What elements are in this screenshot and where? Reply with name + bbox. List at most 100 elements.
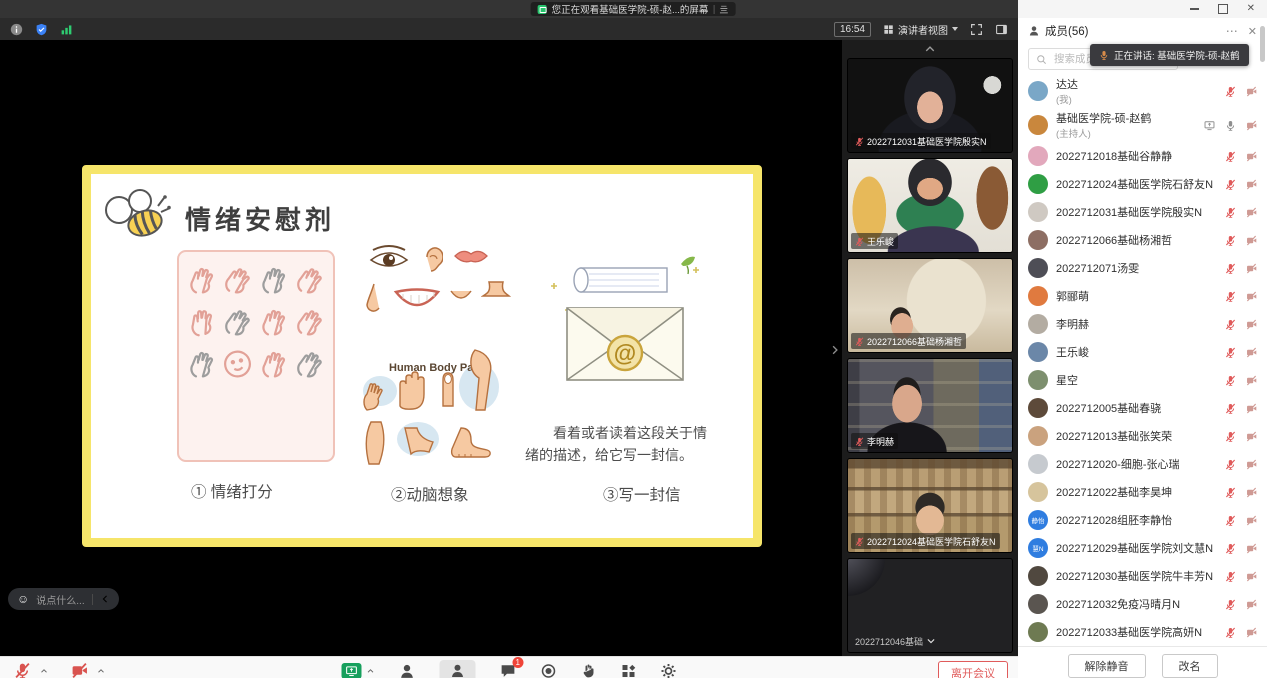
member-row[interactable]: 达达 (我): [1018, 74, 1267, 108]
camera-off-icon[interactable]: [1246, 515, 1257, 526]
screen-share-icon[interactable]: [1204, 120, 1215, 131]
muted-mic-icon[interactable]: [1225, 487, 1236, 498]
camera-off-button[interactable]: [71, 662, 88, 678]
camera-off-icon[interactable]: [1246, 291, 1257, 302]
fullscreen-icon[interactable]: [970, 23, 983, 36]
camera-off-icon[interactable]: [1246, 207, 1257, 218]
chevron-down-icon[interactable]: [926, 636, 936, 646]
security-shield-icon[interactable]: [35, 23, 48, 36]
muted-mic-icon[interactable]: [1225, 571, 1236, 582]
member-row[interactable]: 2022712005基础春骁: [1018, 394, 1267, 422]
members-button[interactable]: [440, 660, 476, 678]
muted-mic-icon[interactable]: [1225, 627, 1236, 638]
muted-mic-icon[interactable]: [1225, 179, 1236, 190]
quick-chat-bubble[interactable]: ☺ 说点什么...: [8, 588, 119, 610]
view-mode-selector[interactable]: 演讲者视图: [883, 22, 958, 37]
camera-off-icon[interactable]: [1246, 263, 1257, 274]
video-thumbnail[interactable]: 2022712024基础医学院石舒友N: [847, 458, 1013, 553]
close-button[interactable]: ✕: [1247, 4, 1255, 14]
camera-off-icon[interactable]: [1246, 431, 1257, 442]
member-row[interactable]: 2022712033基础医学院高妍N: [1018, 618, 1267, 646]
camera-off-icon[interactable]: [1246, 487, 1257, 498]
collapse-strip-icon[interactable]: [829, 344, 841, 356]
scrollbar[interactable]: [1260, 26, 1265, 62]
camera-off-icon[interactable]: [1246, 571, 1257, 582]
member-row[interactable]: 2022712071汤雯: [1018, 254, 1267, 282]
video-thumbnail[interactable]: 王乐峻: [847, 158, 1013, 253]
apps-button[interactable]: [621, 663, 637, 678]
member-row[interactable]: 王乐峻: [1018, 338, 1267, 366]
member-row[interactable]: 李明赫: [1018, 310, 1267, 338]
member-row[interactable]: 星空: [1018, 366, 1267, 394]
camera-off-icon[interactable]: [1246, 151, 1257, 162]
scroll-up-arrow[interactable]: [842, 40, 1018, 58]
camera-off-icon[interactable]: [1246, 235, 1257, 246]
member-row[interactable]: 郭郦萌: [1018, 282, 1267, 310]
camera-off-icon[interactable]: [1246, 120, 1257, 131]
camera-off-icon[interactable]: [1246, 86, 1257, 97]
settings-button[interactable]: [661, 663, 677, 678]
muted-mic-icon[interactable]: [1225, 543, 1236, 554]
video-thumbnail[interactable]: 2022712046基础: [847, 558, 1013, 653]
chevron-left-icon[interactable]: [100, 594, 110, 604]
muted-mic-icon[interactable]: [1225, 515, 1236, 526]
close-panel-icon[interactable]: ✕: [1248, 25, 1257, 38]
raise-hand-button[interactable]: [581, 663, 597, 678]
camera-off-icon[interactable]: [1246, 403, 1257, 414]
emoji-icon[interactable]: ☺: [17, 593, 29, 605]
maximize-button[interactable]: [1218, 4, 1228, 14]
share-options-chevron[interactable]: [367, 667, 375, 675]
camera-off-icon[interactable]: [1246, 459, 1257, 470]
camera-off-icon[interactable]: [1246, 319, 1257, 330]
camera-off-icon[interactable]: [1246, 375, 1257, 386]
video-thumbnail[interactable]: 2022712031基础医学院殷实N: [847, 58, 1013, 153]
member-row[interactable]: 2022712018基础谷静静: [1018, 142, 1267, 170]
member-row[interactable]: 2022712032免疫冯晴月N: [1018, 590, 1267, 618]
mic-muted-button[interactable]: [14, 662, 31, 678]
camera-off-icon[interactable]: [1246, 599, 1257, 610]
more-options-icon[interactable]: ⋯: [1226, 24, 1238, 38]
mic-icon[interactable]: [1225, 120, 1236, 131]
camera-off-icon[interactable]: [1246, 347, 1257, 358]
rename-button[interactable]: 改名: [1162, 654, 1218, 678]
record-button[interactable]: [541, 663, 557, 678]
muted-mic-icon[interactable]: [1225, 86, 1236, 97]
screen-share-button[interactable]: [342, 663, 362, 678]
member-row[interactable]: 2022712066基础杨湘哲: [1018, 226, 1267, 254]
member-row[interactable]: 2022712031基础医学院殷实N: [1018, 198, 1267, 226]
muted-mic-icon[interactable]: [1225, 207, 1236, 218]
muted-mic-icon[interactable]: [1225, 403, 1236, 414]
chat-button[interactable]: 1: [500, 662, 517, 678]
member-row[interactable]: 2022712024基础医学院石舒友N: [1018, 170, 1267, 198]
member-row[interactable]: 2022712013基础张笑荣: [1018, 422, 1267, 450]
member-row[interactable]: 慧N 2022712029基础医学院刘文慧N: [1018, 534, 1267, 562]
member-row[interactable]: 基础医学院-硕-赵鹤 (主持人): [1018, 108, 1267, 142]
screen-share-banner[interactable]: 您正在观看基础医学院-硕-赵...的屏幕 亖: [531, 2, 736, 16]
share-menu-icon[interactable]: 亖: [719, 3, 728, 16]
video-thumbnail[interactable]: 李明赫: [847, 358, 1013, 453]
video-thumbnail[interactable]: 2022712066基础杨湘哲: [847, 258, 1013, 353]
invite-button[interactable]: [399, 663, 416, 678]
muted-mic-icon[interactable]: [1225, 319, 1236, 330]
unmute-button[interactable]: 解除静音: [1068, 654, 1146, 678]
muted-mic-icon[interactable]: [1225, 375, 1236, 386]
camera-off-icon[interactable]: [1246, 179, 1257, 190]
camera-off-icon[interactable]: [1246, 543, 1257, 554]
muted-mic-icon[interactable]: [1225, 151, 1236, 162]
camera-options-chevron[interactable]: [97, 667, 105, 675]
chat-input-placeholder[interactable]: 说点什么...: [36, 592, 84, 607]
muted-mic-icon[interactable]: [1225, 235, 1236, 246]
member-row[interactable]: 2022712020-细胞-张心瑞: [1018, 450, 1267, 478]
minimize-button[interactable]: [1190, 8, 1199, 10]
muted-mic-icon[interactable]: [1225, 459, 1236, 470]
leave-meeting-button[interactable]: 离开会议: [938, 661, 1008, 678]
mic-options-chevron[interactable]: [40, 667, 48, 675]
muted-mic-icon[interactable]: [1225, 263, 1236, 274]
side-panel-toggle-icon[interactable]: [995, 23, 1008, 36]
muted-mic-icon[interactable]: [1225, 291, 1236, 302]
member-row[interactable]: 2022712022基础李昊坤: [1018, 478, 1267, 506]
muted-mic-icon[interactable]: [1225, 347, 1236, 358]
member-row[interactable]: 2022712030基础医学院牛丰芳N: [1018, 562, 1267, 590]
member-row[interactable]: 静怡 2022712028组胚李静怡: [1018, 506, 1267, 534]
camera-off-icon[interactable]: [1246, 627, 1257, 638]
